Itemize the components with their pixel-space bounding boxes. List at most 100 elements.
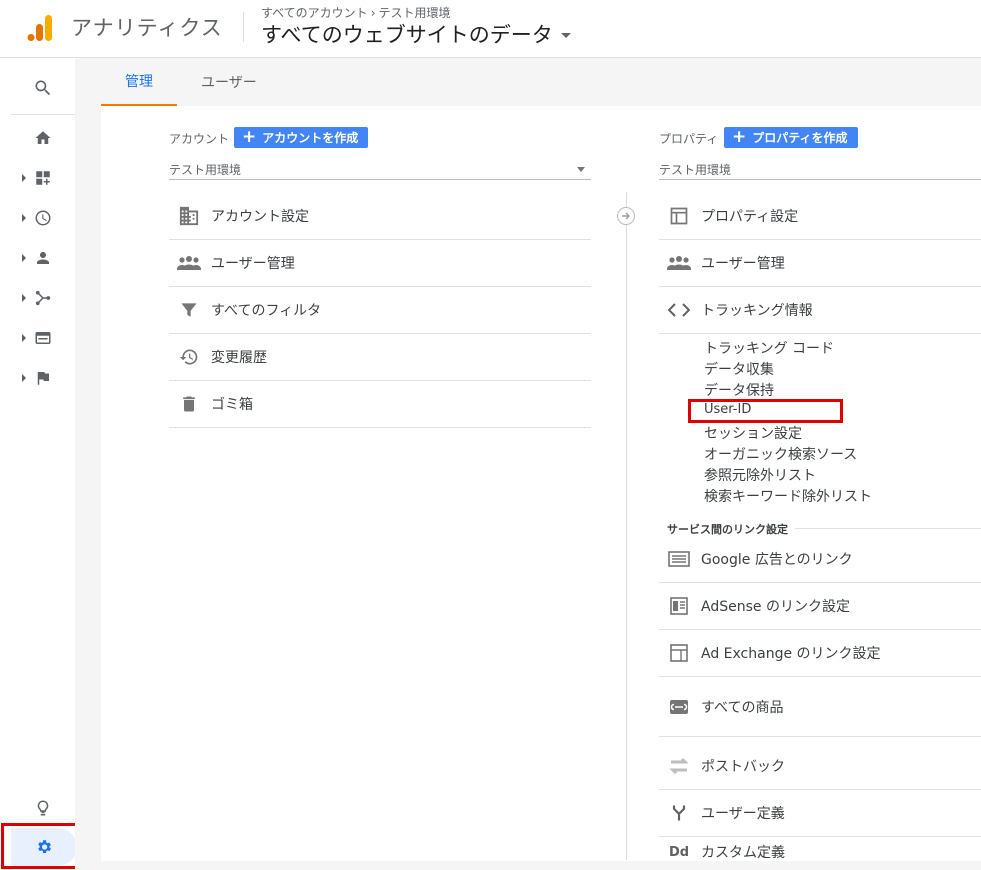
expand-arrow-icon [22, 294, 26, 302]
data-retention-link[interactable]: データ保持 [704, 380, 774, 400]
create-account-button[interactable]: + アカウントを作成 [234, 127, 369, 148]
postback-label: ポストバック [701, 759, 785, 775]
search-button[interactable] [11, 68, 75, 108]
property-settings-label: プロパティ設定 [701, 209, 799, 225]
product-linking-heading: サービス間のリンク設定 [667, 523, 788, 536]
create-property-button[interactable]: + プロパティを作成 [724, 127, 858, 148]
custom-definitions-label: カスタム定義 [701, 845, 785, 861]
home-icon [35, 131, 51, 144]
admin-tabs: 管理 ユーザー [101, 58, 981, 106]
google-ads-link-row[interactable]: Google 広告とのリンク [659, 536, 981, 583]
all-filters-row[interactable]: すべてのフィルタ [169, 287, 591, 334]
column-divider [626, 192, 627, 860]
tab-user[interactable]: ユーザー [177, 58, 281, 106]
behavior-icon [35, 332, 51, 344]
acquisition-nav[interactable] [11, 278, 75, 318]
adsense-link-row[interactable]: AdSense のリンク設定 [659, 583, 981, 630]
highlight-box-user-id [688, 399, 843, 423]
analytics-logo-icon[interactable] [26, 14, 54, 42]
acquisition-icon [35, 290, 51, 306]
all-filters-label: すべてのフィルタ [211, 303, 322, 319]
plus-icon: + [242, 127, 257, 147]
account-user-management-row[interactable]: ユーザー管理 [169, 240, 591, 287]
tab-admin[interactable]: 管理 [101, 58, 177, 106]
change-history-label: 変更履歴 [211, 350, 267, 366]
account-selected-value: テスト用環境 [169, 163, 242, 177]
change-history-row[interactable]: 変更履歴 [169, 334, 591, 381]
tracking-info-row[interactable]: トラッキング情報 [659, 287, 981, 334]
property-user-management-row[interactable]: ユーザー管理 [659, 240, 981, 287]
audience-nav[interactable] [11, 238, 75, 278]
code-icon [667, 298, 691, 322]
building-icon [177, 204, 201, 228]
account-user-management-label: ユーザー管理 [211, 256, 295, 272]
breadcrumb-all-accounts[interactable]: すべてのアカウント [261, 6, 368, 20]
header-divider [243, 12, 244, 42]
expand-arrow-icon [22, 334, 26, 342]
account-settings-label: アカウント設定 [211, 209, 309, 225]
rail-divider [11, 114, 75, 115]
all-products-row[interactable]: すべての商品 [659, 677, 981, 737]
postback-row[interactable]: ポストバック [659, 743, 981, 790]
conversions-icon [37, 372, 49, 385]
tracking-code-link[interactable]: トラッキング コード [704, 338, 834, 358]
search-icon [35, 80, 51, 96]
realtime-nav[interactable] [11, 198, 75, 238]
app-header: アナリティクス すべてのアカウント › テスト用環境 すべてのウェブサイトのデータ [0, 0, 981, 58]
referral-exclusion-link[interactable]: 参照元除外リスト [704, 465, 816, 485]
ad-exchange-link-row[interactable]: Ad Exchange のリンク設定 [659, 630, 981, 677]
tracking-info-label: トラッキング情報 [701, 303, 813, 319]
left-nav-rail [11, 58, 75, 870]
dropdown-arrow-icon [577, 167, 585, 172]
caret-down-icon [560, 33, 571, 38]
expand-arrow-icon [22, 214, 26, 222]
account-column-label: アカウント [169, 132, 230, 146]
expand-arrow-icon [22, 254, 26, 262]
arrow-right-icon [617, 207, 635, 225]
view-selector[interactable]: すべてのウェブサイトのデータ [261, 19, 571, 49]
data-collection-link[interactable]: データ収集 [704, 359, 774, 379]
discover-nav[interactable] [11, 788, 75, 828]
panel-bottom-edge [101, 861, 981, 870]
conversions-nav[interactable] [11, 358, 75, 398]
search-term-exclusion-link[interactable]: 検索キーワード除外リスト [704, 486, 872, 506]
behavior-nav[interactable] [11, 318, 75, 358]
ad-exchange-link-label: Ad Exchange のリンク設定 [701, 646, 881, 662]
custom-definitions-row[interactable]: Dd カスタム定義 [659, 842, 981, 862]
create-property-label: プロパティを作成 [752, 131, 848, 145]
customization-nav[interactable] [11, 158, 75, 198]
organic-search-sources-link[interactable]: オーガニック検索ソース [704, 444, 857, 464]
property-column-label: プロパティ [659, 132, 719, 146]
customization-icon [36, 171, 50, 185]
account-selector[interactable]: テスト用環境 [169, 158, 591, 180]
breadcrumb-account[interactable]: テスト用環境 [379, 6, 451, 20]
history-icon [177, 345, 201, 369]
ad-exchange-icon [667, 641, 691, 665]
property-selector[interactable]: テスト用環境 [659, 158, 981, 180]
all-products-label: すべての商品 [701, 699, 784, 716]
fork-icon [667, 801, 691, 825]
people-icon [177, 251, 201, 275]
account-settings-row[interactable]: アカウント設定 [169, 193, 591, 240]
adsense-icon [667, 594, 691, 618]
adsense-link-label: AdSense のリンク設定 [701, 599, 850, 615]
app-title: アナリティクス [71, 16, 223, 40]
user-definitions-row[interactable]: ユーザー定義 [659, 790, 981, 837]
link-icon [667, 695, 691, 719]
google-ads-link-label: Google 広告とのリンク [701, 552, 853, 568]
section-divider [795, 528, 981, 529]
plus-icon: + [732, 127, 747, 147]
expand-arrow-icon [22, 174, 26, 182]
audience-icon [37, 252, 49, 264]
session-settings-link[interactable]: セッション設定 [704, 423, 802, 443]
trash-row[interactable]: ゴミ箱 [169, 381, 591, 428]
property-settings-row[interactable]: プロパティ設定 [659, 193, 981, 240]
breadcrumb-chevron-icon: › [370, 6, 376, 20]
view-name: すべてのウェブサイトのデータ [261, 23, 553, 47]
home-nav[interactable] [11, 118, 75, 158]
filter-icon [177, 298, 201, 322]
discover-icon [37, 800, 49, 816]
property-user-management-label: ユーザー管理 [701, 256, 785, 272]
create-account-label: アカウントを作成 [262, 131, 359, 145]
google-ads-icon [667, 547, 691, 571]
